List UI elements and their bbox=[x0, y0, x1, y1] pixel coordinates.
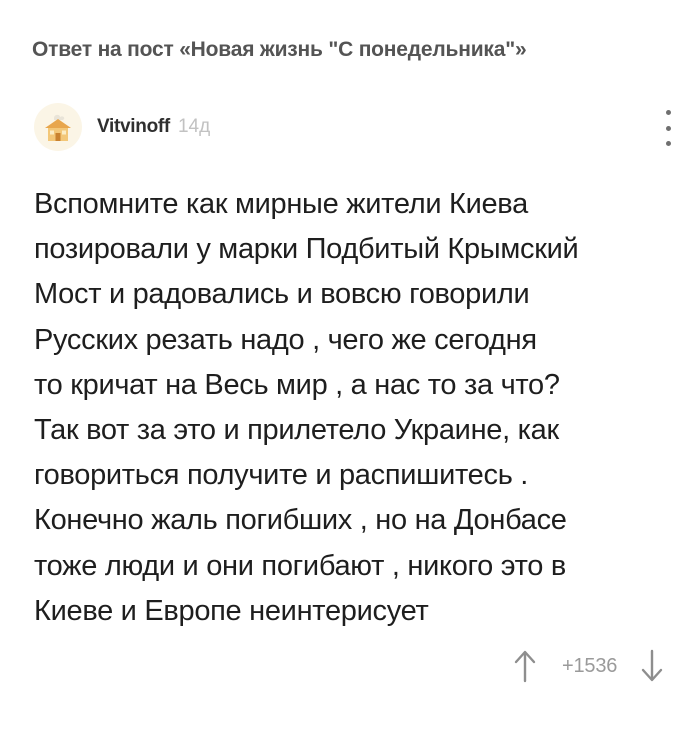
avatar[interactable] bbox=[34, 103, 82, 151]
comment-line: Вспомните как мирные жители Киева bbox=[34, 188, 528, 220]
comment-line: Конечно жаль погибших , но на Донбасе bbox=[34, 504, 567, 537]
menu-dot bbox=[665, 141, 671, 146]
menu-dot bbox=[665, 125, 671, 131]
comment-rating: +1536 bbox=[510, 646, 667, 686]
comment-text: Вспомните как мирные жители Киева позиро… bbox=[34, 182, 674, 634]
more-vertical-icon[interactable] bbox=[656, 110, 680, 146]
downvote-button[interactable] bbox=[637, 647, 667, 685]
menu-dot bbox=[665, 110, 671, 115]
comment-line: то кричат на Весь мир , а нас то за что? bbox=[34, 368, 560, 401]
comment-timestamp: 14д bbox=[177, 116, 211, 137]
author-name[interactable]: Vitvinoff bbox=[97, 116, 170, 138]
comment-line: Так вот за это и прилетело Украине, как bbox=[34, 414, 559, 447]
comment-author-row: Vitvinoff 14д bbox=[34, 103, 210, 151]
upvote-button[interactable] bbox=[510, 647, 540, 685]
comment-line: тоже люди и они погибают , никого это в bbox=[34, 549, 566, 582]
arrow-up-icon bbox=[514, 650, 536, 683]
reply-to-post-title[interactable]: Ответ на пост «Новая жизнь "С понедельни… bbox=[32, 38, 527, 62]
comment-line: позировали у марки Подбитый Крымский bbox=[34, 233, 579, 266]
comment-line: говориться получите и распишитесь . bbox=[34, 459, 529, 492]
comment-line: Мост и радовались и вовсю говорили bbox=[34, 278, 530, 311]
rating-value: +1536 bbox=[562, 654, 618, 677]
arrow-down-icon bbox=[641, 649, 663, 682]
comment-line: Русских резать надо , чего же сегодня bbox=[34, 323, 537, 356]
comment-line: Киеве и Европе неинтерисует bbox=[34, 594, 429, 627]
house-avatar-icon bbox=[45, 114, 71, 141]
